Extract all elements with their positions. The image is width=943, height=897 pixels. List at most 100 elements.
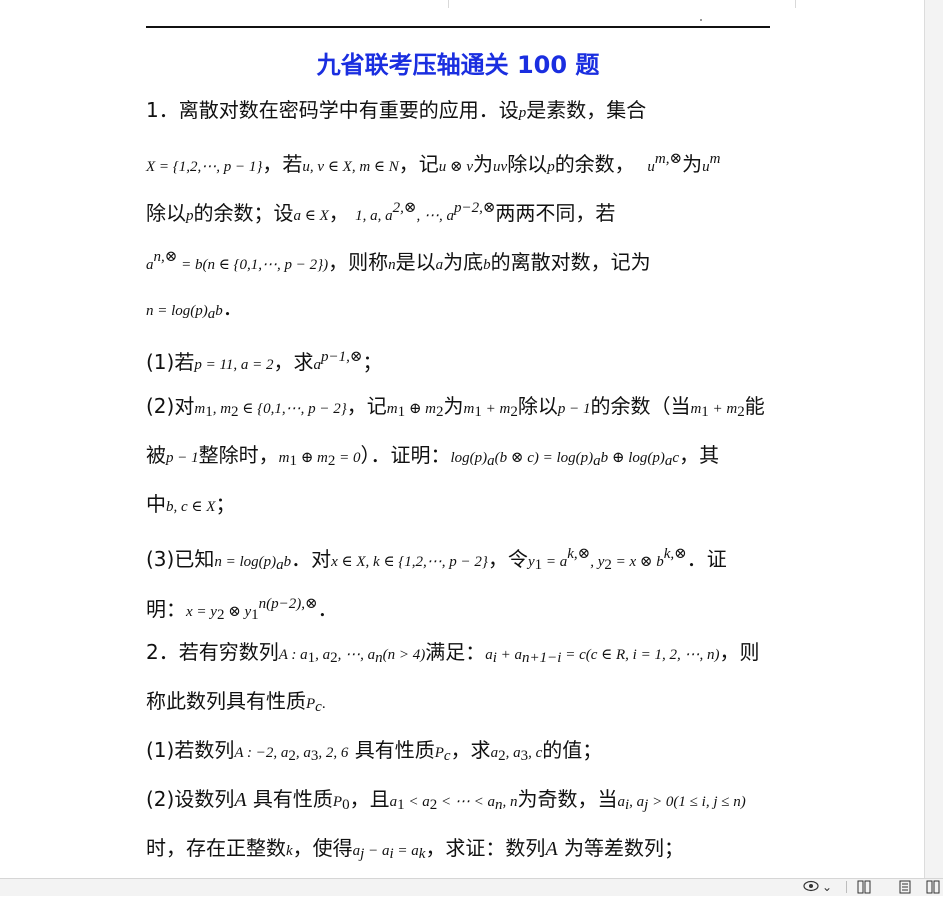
text: 除以 <box>517 394 558 418</box>
math: p <box>186 208 194 224</box>
math: , c <box>528 745 543 761</box>
text: 时，存在正整数 <box>146 836 286 860</box>
math: − a <box>364 843 390 859</box>
text-line: X = {1,2,⋯, p − 1}，若u, v ∈ X, m ∈ N，记u ⊗… <box>146 145 786 181</box>
text: 为底 <box>443 250 484 274</box>
status-bar: ⌄ <box>0 878 943 896</box>
math: , a <box>629 794 645 810</box>
text: ； <box>362 350 383 374</box>
text: 具有性质 <box>348 738 435 762</box>
math: n = log(p) <box>214 554 277 570</box>
math: , a <box>295 745 311 761</box>
math: , ⋯, a <box>337 647 376 663</box>
text: ，记 <box>398 152 439 176</box>
text: 两两不同，若 <box>495 201 616 225</box>
text-line: 被p − 1整除时，m1 ⊕ m2 = 0）．证明：log(p)a(b ⊗ c)… <box>146 441 786 475</box>
math-sub: 3 <box>520 748 529 764</box>
math: m <box>194 401 206 417</box>
page-view-icon[interactable] <box>897 880 913 894</box>
text: 称此数列具有性质 <box>146 689 306 713</box>
math: + m <box>481 401 511 417</box>
math: a <box>617 794 625 810</box>
text-line: (3)已知n = log(p)ab．对x ∈ X, k ∈ {1,2,⋯, p … <box>146 540 786 579</box>
text-line: 2．若有穷数列A : a1, a2, ⋯, an(n > 4)满足：ai + a… <box>146 638 786 672</box>
math-sub: 1 <box>289 453 297 469</box>
text-line: (2)设数列A 具有性质P0，且a1 < a2 < ⋯ < an, n为奇数，当… <box>146 785 786 819</box>
text: 被 <box>146 443 166 467</box>
math: < ⋯ < a <box>437 794 495 810</box>
math: , a <box>315 647 331 663</box>
math: b <box>483 257 491 273</box>
math-sub: 2 <box>604 557 612 573</box>
text: ．证 <box>686 547 727 571</box>
view-dropdown[interactable]: ⌄ <box>822 880 832 894</box>
math: = c(c ∈ R, i = 1, 2, ⋯, n) <box>561 647 720 663</box>
math: p − 1 <box>166 450 199 466</box>
math: m <box>278 450 290 466</box>
header-rule <box>146 26 770 28</box>
math-sup: m,⊗ <box>654 151 683 167</box>
math-sup: n,⊗ <box>153 249 178 265</box>
math-sub: a <box>276 557 284 573</box>
text: 的值； <box>542 738 603 762</box>
text: ， <box>328 201 349 225</box>
reading-layout-icon[interactable] <box>856 880 872 894</box>
math-sub: 2 <box>436 404 444 420</box>
text: 的离散对数，记为 <box>490 250 651 274</box>
text: ．对 <box>291 547 332 571</box>
eye-icon[interactable] <box>803 880 819 894</box>
text-line: 中b, c ∈ X； <box>146 490 786 521</box>
math: A <box>545 838 558 860</box>
math: a <box>146 257 154 273</box>
math-sub: 1 <box>205 404 213 420</box>
math: 1, a, a <box>355 208 393 224</box>
math-sub: 2 <box>510 404 518 420</box>
math: (b ⊗ c) = log(p) <box>494 450 594 466</box>
text: ； <box>215 492 236 516</box>
math: u <box>647 159 655 175</box>
math-sub: 2 <box>330 650 338 666</box>
math: = x ⊗ b <box>611 554 664 570</box>
text: ，则 <box>719 640 760 664</box>
text: ）．证明： <box>360 443 451 467</box>
math: P <box>332 794 343 810</box>
math: , y <box>590 554 605 570</box>
math-sub: a <box>593 453 601 469</box>
text: ，且 <box>349 787 390 811</box>
text-line: an,⊗ = b(n ∈ {0,1,⋯, p − 2})，则称n是以a为底b的离… <box>146 243 786 279</box>
math: x = y <box>186 604 217 620</box>
math: a <box>490 745 499 761</box>
math: , m <box>212 401 232 417</box>
text: 1．离散对数在密码学中有重要的应用．设 <box>146 98 519 122</box>
math: < a <box>404 794 430 810</box>
math-sub: c <box>443 748 451 764</box>
text: 除以 <box>146 201 186 225</box>
text: 的余数；设 <box>193 201 294 225</box>
math-sub: 1 <box>397 404 406 420</box>
math: u, v ∈ X, m ∈ N <box>302 159 399 175</box>
text-line: n = log(p)ab． <box>146 294 786 328</box>
text: 是以 <box>395 250 436 274</box>
math: P <box>434 745 444 761</box>
math-sub: n+1−i <box>522 650 562 666</box>
math-sub: 1 <box>307 650 316 666</box>
math: = a <box>542 554 568 570</box>
math: , a <box>505 745 521 761</box>
math: a ∈ X <box>293 208 329 224</box>
text: (2)设数列 <box>146 787 235 811</box>
math-sub: 1 <box>534 557 543 573</box>
text: 满足： <box>425 640 486 664</box>
math: log(p) <box>450 450 488 466</box>
text: ，记 <box>346 394 387 418</box>
vertical-scrollbar[interactable] <box>924 0 943 880</box>
status-divider <box>846 881 847 893</box>
math: , n <box>502 794 518 810</box>
text: (1)若数列 <box>146 738 235 762</box>
math: n <box>388 257 396 273</box>
math: uv <box>493 159 508 175</box>
math: b <box>283 554 292 570</box>
split-view-icon[interactable] <box>926 880 940 894</box>
text: ． <box>317 597 338 621</box>
document-page: 九省联考压轴通关 100 题 1．离散对数在密码学中有重要的应用．设p是素数，集… <box>0 8 924 878</box>
header-dot <box>700 19 702 21</box>
